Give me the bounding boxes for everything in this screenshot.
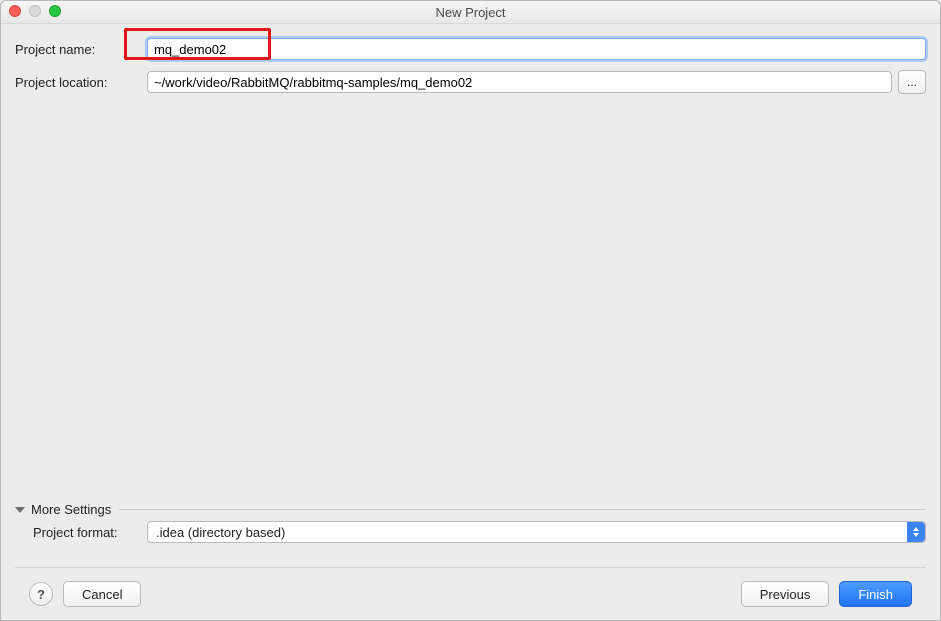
project-location-input[interactable] (147, 71, 892, 93)
project-name-input-wrap (147, 38, 926, 60)
more-settings-body: Project format: .idea (directory based) (15, 521, 926, 543)
window-title: New Project (435, 5, 505, 20)
footer-right: Previous Finish (741, 581, 912, 607)
close-icon[interactable] (9, 5, 21, 17)
project-format-value: .idea (directory based) (156, 525, 285, 540)
select-stepper-icon (907, 522, 925, 542)
minimize-icon (29, 5, 41, 17)
project-format-label: Project format: (15, 525, 147, 540)
project-location-row: Project location: ... (15, 70, 926, 94)
project-format-select[interactable]: .idea (directory based) (147, 521, 926, 543)
more-settings-toggle[interactable]: More Settings (15, 498, 111, 521)
footer: ? Cancel Previous Finish (15, 567, 926, 620)
project-name-label: Project name: (15, 42, 147, 57)
window-controls (9, 5, 61, 17)
section-divider (119, 509, 926, 510)
finish-button[interactable]: Finish (839, 581, 912, 607)
project-name-input[interactable] (147, 38, 926, 60)
project-format-row: Project format: .idea (directory based) (15, 521, 926, 543)
spacer (15, 104, 926, 498)
help-button[interactable]: ? (29, 582, 53, 606)
new-project-window: New Project Project name: Project locati… (0, 0, 941, 621)
zoom-icon[interactable] (49, 5, 61, 17)
previous-button[interactable]: Previous (741, 581, 830, 607)
cancel-button[interactable]: Cancel (63, 581, 141, 607)
project-location-input-wrap: ... (147, 70, 926, 94)
content-area: Project name: Project location: ... More… (1, 24, 940, 620)
more-settings-section: More Settings Project format: .idea (dir… (15, 498, 926, 553)
more-settings-header-row: More Settings (15, 498, 926, 521)
titlebar: New Project (1, 1, 940, 24)
project-location-label: Project location: (15, 75, 147, 90)
chevron-down-icon (15, 507, 25, 513)
more-settings-label: More Settings (31, 502, 111, 517)
browse-location-button[interactable]: ... (898, 70, 926, 94)
project-name-row: Project name: (15, 38, 926, 60)
